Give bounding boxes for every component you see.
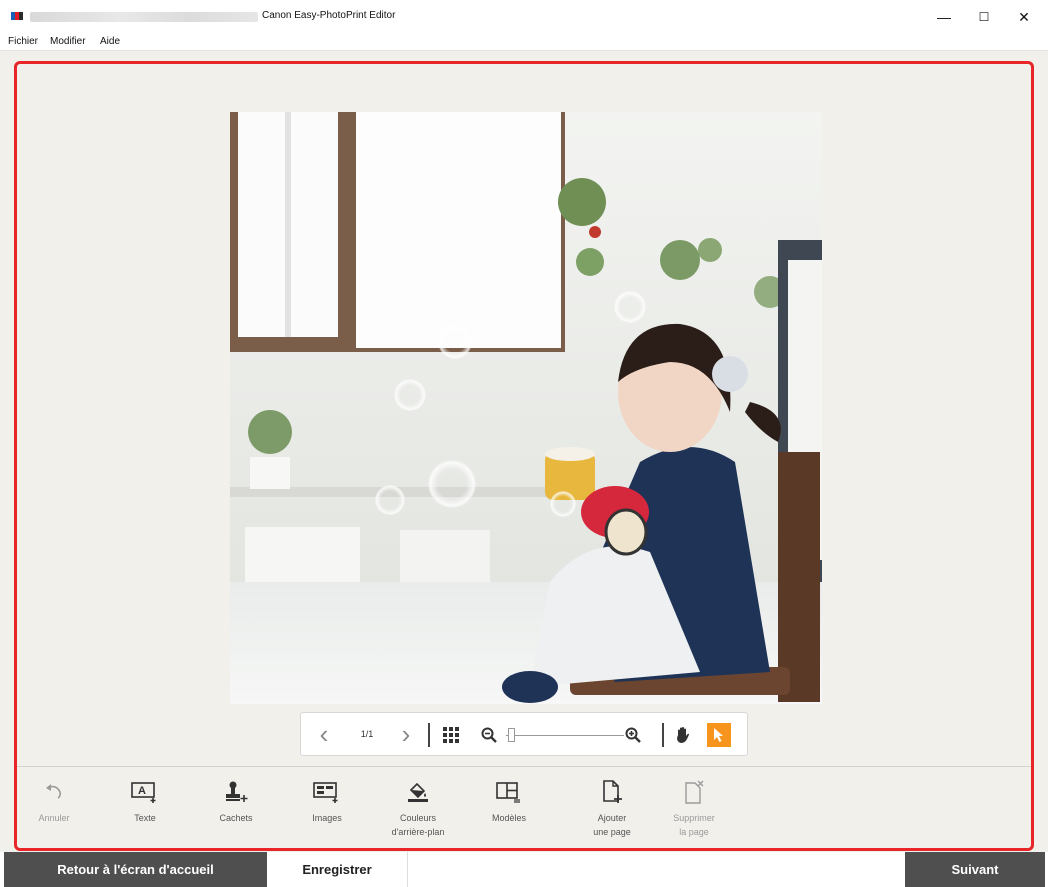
back-to-home-button[interactable]: Retour à l'écran d'accueil [4, 852, 267, 887]
zoom-in-button[interactable] [623, 725, 643, 745]
hand-tool-button[interactable] [673, 725, 693, 745]
app-icon [11, 12, 23, 20]
divider [428, 723, 430, 747]
save-button[interactable]: Enregistrer [267, 852, 408, 887]
select-tool-button[interactable] [707, 723, 731, 747]
grid-icon [443, 727, 459, 743]
toolbar-divider [14, 766, 1034, 767]
layouts-button[interactable]: Modèles [469, 774, 549, 844]
add-text-button[interactable]: A Texte [105, 774, 185, 844]
minimize-button[interactable]: — [928, 6, 960, 28]
text-icon: A [131, 782, 156, 803]
grid-view-button[interactable] [441, 725, 461, 745]
zoom-in-icon [625, 727, 641, 743]
delete-page-label-line2: la page [679, 827, 709, 837]
add-page-label-line2: une page [593, 827, 631, 837]
menu-fichier[interactable]: Fichier [8, 36, 38, 47]
layout-icon [496, 782, 520, 803]
background-color-label-line1: Couleurs [399, 813, 437, 823]
menu-bar: Fichier Modifier Aide [0, 34, 1048, 51]
blurred-path [30, 12, 258, 22]
background-color-button[interactable]: Couleurs d'arrière-plan [378, 774, 458, 844]
delete-page-icon [685, 780, 704, 804]
add-page-icon [603, 780, 622, 803]
add-stamp-button[interactable]: Cachets [196, 774, 276, 844]
close-button[interactable]: ✕ [1008, 6, 1040, 28]
hand-icon [677, 727, 689, 743]
stamp-label: Cachets [219, 813, 253, 823]
text-label: Texte [134, 813, 156, 823]
stamp-icon [226, 781, 248, 802]
delete-page-label-line1: Supprimer [673, 813, 715, 823]
add-page-label-line1: Ajouter [597, 813, 627, 823]
layouts-label: Modèles [491, 813, 527, 823]
page-navigation-bar: ‹ 1/1 › [300, 712, 748, 756]
photo-canvas[interactable] [230, 112, 822, 704]
menu-aide[interactable]: Aide [100, 36, 120, 47]
background-color-icon [408, 782, 428, 802]
maximize-button[interactable]: ☐ [968, 6, 1000, 28]
pointer-icon [714, 728, 723, 742]
photo-child-with-cups-icon [230, 112, 822, 704]
previous-page-button[interactable]: ‹ [311, 719, 337, 749]
zoom-slider-track[interactable] [506, 735, 624, 736]
add-page-button[interactable]: Ajouter une page [572, 774, 652, 844]
svg-text:A: A [138, 785, 146, 797]
menu-modifier[interactable]: Modifier [50, 36, 86, 47]
undo-button[interactable]: Annuler [14, 774, 94, 844]
images-label: Images [312, 813, 342, 823]
undo-label: Annuler [38, 813, 70, 823]
zoom-out-icon [481, 727, 497, 743]
image-icon [313, 782, 338, 803]
delete-page-button[interactable]: Supprimer la page [654, 774, 734, 844]
next-page-button[interactable]: › [393, 719, 419, 749]
window-title: Canon Easy-PhotoPrint Editor [262, 10, 396, 21]
page-indicator: 1/1 [360, 729, 374, 739]
undo-icon [46, 784, 62, 799]
zoom-slider-thumb[interactable] [508, 728, 515, 742]
divider [662, 723, 664, 747]
background-color-label-line2: d'arrière-plan [391, 827, 445, 837]
next-button[interactable]: Suivant [905, 852, 1045, 887]
title-bar: Canon Easy-PhotoPrint Editor — ☐ ✕ [0, 0, 1048, 34]
zoom-out-button[interactable] [479, 725, 499, 745]
add-image-button[interactable]: Images [287, 774, 367, 844]
